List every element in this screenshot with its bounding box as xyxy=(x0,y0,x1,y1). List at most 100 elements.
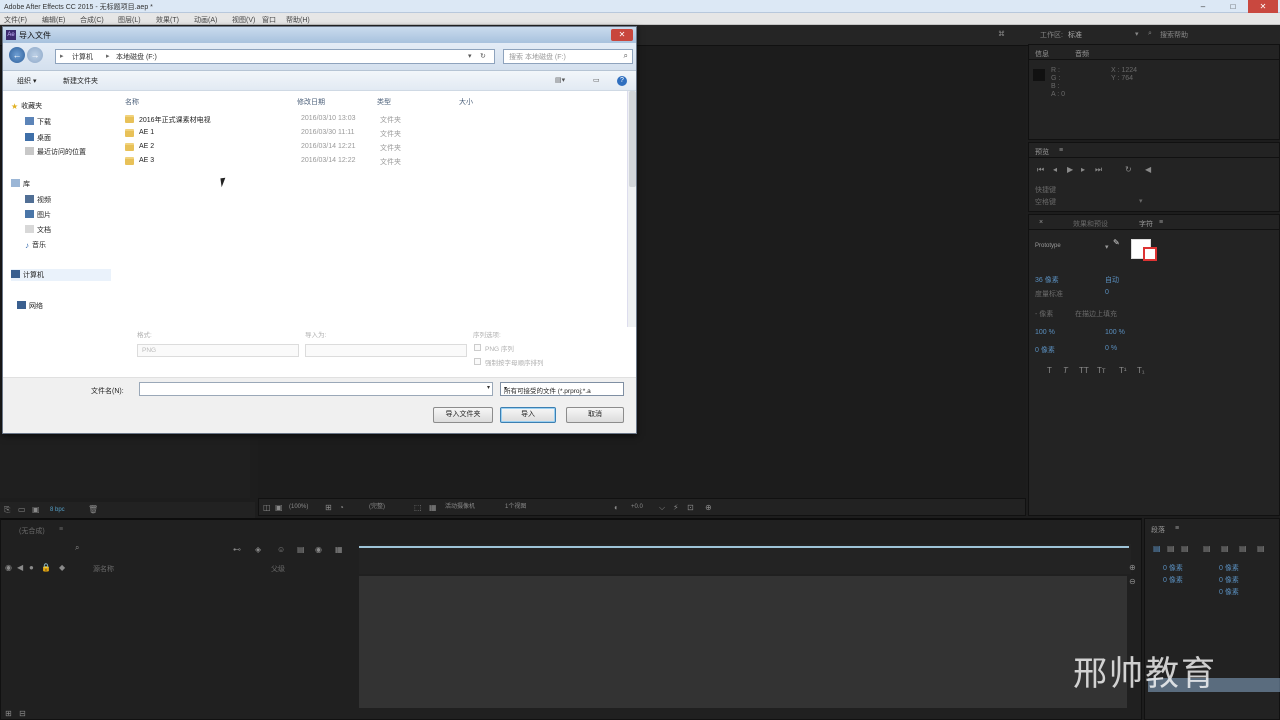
first-frame-icon[interactable]: ⏮ xyxy=(1037,166,1044,174)
zoom-in-icon[interactable]: ⊕ xyxy=(1129,564,1136,572)
address-bar[interactable]: ▸ 计算机 ▸ 本地磁盘 (F:) ▾ ↻ xyxy=(55,49,495,64)
resolution-select[interactable]: (完整) xyxy=(369,504,385,510)
file-row[interactable]: AE 3 2016/03/14 12:22 文件夹 xyxy=(125,155,605,169)
nav-computer[interactable]: 计算机 xyxy=(11,269,111,281)
bit-depth[interactable]: 8 bpc xyxy=(50,507,65,513)
first-line-indent-value[interactable]: 0 像素 xyxy=(1219,587,1239,597)
organize-menu[interactable]: 组织 ▾ xyxy=(17,76,36,86)
audio-toggle-icon[interactable]: ◀ xyxy=(17,564,23,572)
menu-file[interactable]: 文件(F) xyxy=(4,15,27,25)
address-dropdown-icon[interactable]: ▾ xyxy=(468,52,472,60)
new-comp-icon[interactable]: ▣ xyxy=(32,506,40,514)
vertical-scrollbar[interactable] xyxy=(627,91,636,341)
camera-select[interactable]: 活动摄像机 xyxy=(445,504,475,510)
search-input[interactable]: 搜索 本地磁盘 (F:) xyxy=(509,52,566,62)
audio-icon[interactable]: ◀ xyxy=(1145,166,1151,174)
tab-audio[interactable]: 音频 xyxy=(1075,49,1089,59)
superscript-icon[interactable]: T¹ xyxy=(1119,367,1127,375)
nav-desktop[interactable]: 桌面 xyxy=(25,133,51,143)
mask-icon[interactable]: ◔ xyxy=(339,504,344,512)
kerning-label[interactable]: 度量标准 xyxy=(1035,289,1063,299)
snapshot-icon[interactable]: ◫ xyxy=(263,504,271,512)
file-row[interactable]: AE 2 2016/03/14 12:21 文件夹 xyxy=(125,141,605,155)
preview-menu-icon[interactable]: ≡ xyxy=(1059,147,1063,154)
force-alphabetical-checkbox[interactable] xyxy=(474,358,481,365)
workspace-select[interactable]: 标准 xyxy=(1068,30,1082,40)
exposure-icon[interactable]: ◐ xyxy=(614,504,619,512)
search-box[interactable]: 搜索 本地磁盘 (F:) ⌕ xyxy=(503,49,633,64)
transparency-icon[interactable]: ▦ xyxy=(429,504,437,512)
interpret-icon[interactable]: ⎘ xyxy=(4,506,10,514)
shy-icon[interactable]: ☺ xyxy=(277,546,285,554)
nav-favorites[interactable]: ★ 收藏夹 xyxy=(11,101,42,111)
chevron-down-icon[interactable]: ▾ xyxy=(487,384,490,391)
tab-effects-presets[interactable]: 效果和预设 xyxy=(1073,219,1108,229)
back-arrow-icon[interactable]: ← xyxy=(9,47,25,63)
zoom-out-icon[interactable]: ⊖ xyxy=(1129,578,1136,586)
justify-left-icon[interactable]: ▤ xyxy=(1203,545,1211,553)
motion-blur-icon[interactable]: ◉ xyxy=(315,546,322,554)
tab-info[interactable]: 信息 xyxy=(1035,49,1049,59)
font-family-select[interactable]: Prototype xyxy=(1035,243,1061,249)
faux-bold-icon[interactable]: T xyxy=(1047,367,1052,375)
align-center-icon[interactable]: ▤ xyxy=(1167,545,1175,553)
panel-menu-icon[interactable]: ≡ xyxy=(1159,219,1163,226)
render-icon[interactable]: ⌵ xyxy=(659,504,665,512)
search-help[interactable]: 搜索帮助 xyxy=(1160,30,1188,40)
import-as-select[interactable] xyxy=(305,344,467,357)
next-frame-icon[interactable]: ▸ xyxy=(1081,166,1085,174)
nav-documents[interactable]: 文档 xyxy=(25,225,51,235)
nav-pictures[interactable]: 图片 xyxy=(25,210,51,220)
view-options-icon[interactable]: ▤▾ xyxy=(555,76,565,84)
png-sequence-checkbox[interactable] xyxy=(474,344,481,351)
frame-blend-icon[interactable]: ▤ xyxy=(297,546,305,554)
flowchart-icon[interactable]: ⊕ xyxy=(705,504,712,512)
render-queue-icon[interactable]: ⊞ xyxy=(5,710,12,718)
timeline-tab[interactable]: (无合成) xyxy=(19,526,45,536)
stroke-color-swatch[interactable] xyxy=(1143,247,1157,261)
file-type-select[interactable]: 所有可接受的文件 (*.prproj;*.a ▾ xyxy=(500,382,624,396)
breadcrumb-drive[interactable]: 本地磁盘 (F:) xyxy=(116,52,157,62)
space-before-value[interactable]: 0 像素 xyxy=(1163,575,1183,585)
file-row[interactable]: AE 1 2016/03/30 11:11 文件夹 xyxy=(125,127,605,141)
timeline-menu-icon[interactable]: ≡ xyxy=(59,526,63,533)
menu-layer[interactable]: 图层(L) xyxy=(118,15,141,25)
play-icon[interactable]: ▶ xyxy=(1067,166,1073,174)
indent-right-value[interactable]: 0 像素 xyxy=(1219,563,1239,573)
align-right-icon[interactable]: ▤ xyxy=(1181,545,1189,553)
horizontal-scale-value[interactable]: 100 % xyxy=(1105,329,1125,336)
column-date-modified[interactable]: 修改日期 xyxy=(297,97,325,107)
indent-left-value[interactable]: 0 像素 xyxy=(1163,563,1183,573)
timeline-icon[interactable]: ⊡ xyxy=(687,504,694,512)
visibility-icon[interactable]: ◉ xyxy=(5,564,12,572)
grid-icon[interactable]: ⊞ xyxy=(325,504,332,512)
solo-icon[interactable]: ● xyxy=(29,564,34,572)
tracking-value[interactable]: 0 xyxy=(1105,289,1109,296)
comp-flowchart-icon[interactable]: ⊷ xyxy=(233,546,241,554)
menu-composition[interactable]: 合成(C) xyxy=(80,15,104,25)
import-folder-button[interactable]: 导入文件夹 xyxy=(433,407,493,423)
last-frame-icon[interactable]: ⏭ xyxy=(1095,166,1102,174)
close-tab-icon[interactable]: × xyxy=(1039,219,1043,226)
import-button[interactable]: 导入 xyxy=(500,407,556,423)
file-row[interactable]: 2016年正式课素材电视 2016/03/10 13:03 文件夹 xyxy=(125,113,605,127)
label-icon[interactable]: ◆ xyxy=(59,564,65,572)
stroke-mode-select[interactable]: 在描边上填充 xyxy=(1075,309,1117,319)
help-icon[interactable]: ? xyxy=(617,76,627,86)
menu-view[interactable]: 视图(V) xyxy=(232,15,255,25)
preview-pane-icon[interactable]: ▭ xyxy=(593,76,600,84)
search-icon[interactable]: ⌕ xyxy=(624,51,628,61)
close-icon[interactable]: ✕ xyxy=(1248,0,1278,13)
faux-italic-icon[interactable]: T xyxy=(1063,367,1068,375)
prev-frame-icon[interactable]: ◂ xyxy=(1053,166,1057,174)
format-select[interactable]: PNG xyxy=(137,344,299,357)
nav-downloads[interactable]: 下载 xyxy=(25,117,51,127)
close-icon[interactable]: ✕ xyxy=(611,29,633,41)
work-area-bar[interactable] xyxy=(359,546,1129,548)
nav-videos[interactable]: 视频 xyxy=(25,195,51,205)
align-left-icon[interactable]: ▤ xyxy=(1153,545,1161,553)
roi-icon[interactable]: ⬚ xyxy=(414,504,422,512)
folder-icon[interactable]: ▭ xyxy=(18,506,26,514)
font-chevron-icon[interactable]: ▾ xyxy=(1105,243,1109,251)
search-icon[interactable]: ⌕ xyxy=(75,544,79,552)
